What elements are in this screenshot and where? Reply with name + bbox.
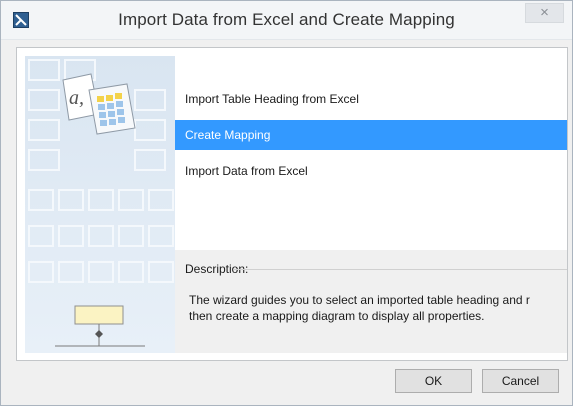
action-list: Import Table Heading from Excel Create M… xyxy=(175,66,567,250)
wizard-options-panel: Import Table Heading from Excel Create M… xyxy=(175,56,567,353)
title-bar[interactable]: Import Data from Excel and Create Mappin… xyxy=(1,1,572,40)
close-button[interactable]: × xyxy=(525,3,564,23)
action-import-table-heading[interactable]: Import Table Heading from Excel xyxy=(175,84,567,114)
close-icon: × xyxy=(540,4,549,21)
wizard-illustration: a, xyxy=(25,56,175,353)
import-wizard-dialog: Import Data from Excel and Create Mappin… xyxy=(0,0,573,406)
description-text: The wizard guides you to select an impor… xyxy=(189,293,530,323)
svg-text:a,: a, xyxy=(69,87,84,109)
ok-button[interactable]: OK xyxy=(395,369,472,393)
window-title: Import Data from Excel and Create Mappin… xyxy=(118,10,455,29)
wizard-content: a, Import Table Heading from Excel Creat… xyxy=(16,47,568,361)
cancel-button[interactable]: Cancel xyxy=(482,369,559,393)
spreadsheet-icon xyxy=(88,83,136,135)
description-area: Description: The wizard guides you to se… xyxy=(175,250,567,353)
action-import-data[interactable]: Import Data from Excel xyxy=(175,156,567,186)
action-create-mapping[interactable]: Create Mapping xyxy=(175,120,567,150)
illustration-graphic: a, xyxy=(25,56,175,353)
description-divider xyxy=(233,269,567,270)
